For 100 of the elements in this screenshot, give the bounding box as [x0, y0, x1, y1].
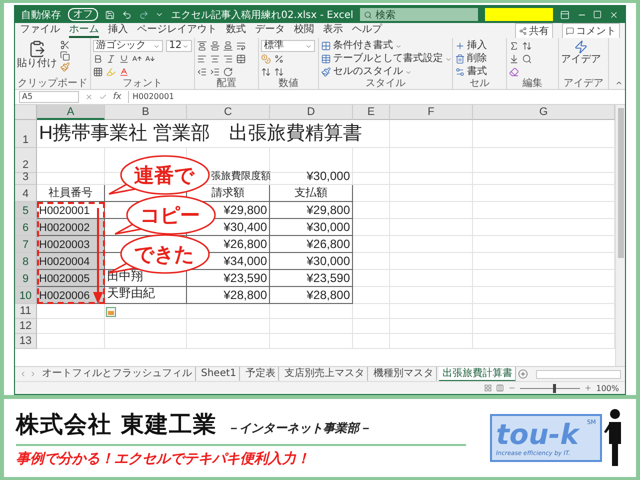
row-header[interactable]: 2 — [15, 148, 37, 173]
row-header[interactable]: 7 — [15, 236, 37, 253]
row-header[interactable]: 12 — [15, 319, 37, 334]
undo-icon[interactable] — [122, 10, 132, 20]
column-header[interactable]: G — [473, 105, 615, 120]
align-right-icon[interactable] — [223, 54, 233, 64]
page-layout-icon[interactable] — [496, 384, 504, 392]
align-bottom-icon[interactable] — [223, 41, 233, 51]
underline-icon[interactable] — [119, 54, 129, 64]
save-icon[interactable] — [105, 10, 115, 20]
search-icon[interactable] — [522, 54, 532, 64]
ribbon-tab[interactable]: ファイル — [20, 23, 60, 38]
row-header[interactable]: 6 — [15, 219, 37, 236]
autosave-toggle[interactable]: オフ — [68, 8, 98, 21]
cell-button[interactable]: 挿入 — [455, 40, 487, 52]
row-header[interactable]: 4 — [15, 185, 37, 202]
redo-icon[interactable] — [138, 10, 148, 20]
search-field[interactable]: 検索 — [360, 8, 478, 21]
division-name: －インターネット事業部－ — [227, 420, 372, 436]
ideas-button[interactable]: アイデア — [561, 40, 601, 78]
table-cell: ¥23,590 — [187, 270, 270, 287]
zoom-level[interactable]: 100% — [596, 384, 619, 392]
row-header[interactable]: 9 — [15, 270, 37, 287]
merge-cells-icon[interactable] — [236, 54, 246, 64]
rotate-icon[interactable] — [223, 67, 233, 77]
row-header[interactable]: 5 — [15, 202, 37, 219]
row-header[interactable]: 13 — [15, 334, 37, 349]
check-icon[interactable] — [99, 93, 107, 101]
sigma-icon[interactable] — [509, 41, 519, 51]
ribbon-tab[interactable]: 校閲 — [294, 23, 314, 38]
formula-field[interactable]: H0020001 — [128, 91, 621, 103]
border-icon[interactable] — [93, 67, 103, 77]
ribbon-tab[interactable]: ページレイアウト — [137, 23, 217, 38]
autofill-options-icon[interactable] — [106, 307, 116, 317]
indent-increase-icon[interactable] — [210, 67, 220, 77]
column-header[interactable]: E — [353, 105, 390, 120]
align-middle-icon[interactable] — [210, 41, 220, 51]
column-header[interactable]: B — [105, 105, 187, 120]
column-header[interactable]: D — [270, 105, 353, 120]
vertical-scrollbar[interactable] — [615, 105, 625, 366]
fill-icon[interactable] — [509, 54, 519, 64]
percent-icon[interactable] — [274, 54, 284, 64]
align-left-icon[interactable] — [197, 54, 207, 64]
ribbon-tab[interactable]: 挿入 — [108, 23, 128, 38]
sheet-tab[interactable]: 出張旅費計算書 — [439, 366, 516, 382]
name-box[interactable]: A5 — [19, 91, 79, 103]
close-icon[interactable] — [609, 10, 619, 20]
paste-button[interactable]: 貼り付け — [17, 40, 57, 78]
row-header[interactable]: 1 — [15, 120, 37, 148]
font-color-icon[interactable] — [119, 67, 129, 77]
copy-icon[interactable] — [60, 51, 70, 61]
bold-icon[interactable] — [93, 54, 103, 64]
font-name-field[interactable]: 游ゴシック — [93, 40, 163, 52]
caret-icon[interactable] — [155, 10, 164, 19]
number-format-field[interactable]: 標準 — [261, 40, 315, 52]
row-header[interactable]: 8 — [15, 253, 37, 270]
clipboard-icon — [28, 40, 46, 58]
font-shrink-icon[interactable] — [145, 54, 155, 64]
cancel-icon[interactable] — [85, 93, 93, 101]
row-header[interactable]: 10 — [15, 287, 37, 304]
collapse-icon[interactable] — [615, 79, 623, 87]
empty-cell — [353, 236, 390, 253]
row-header[interactable]: 11 — [15, 304, 37, 319]
zoom-slider-thumb[interactable] — [553, 384, 556, 392]
function-button[interactable]: fx — [113, 92, 122, 102]
scissors-icon[interactable] — [60, 40, 70, 50]
empty-cell — [353, 253, 390, 270]
style-button[interactable]: テーブルとして書式設定 — [321, 53, 452, 65]
horizontal-scrollbar[interactable] — [536, 370, 621, 378]
column-header[interactable]: F — [390, 105, 473, 120]
style-button[interactable]: 条件付き書式 — [321, 40, 452, 52]
cell-button[interactable]: 書式 — [455, 66, 487, 78]
wrap-text-icon[interactable] — [236, 41, 246, 51]
scroll-right-icon[interactable] — [29, 370, 37, 378]
eraser-icon[interactable] — [509, 67, 519, 77]
empty-cell — [353, 304, 390, 319]
style-button[interactable]: セルのスタイル — [321, 66, 452, 78]
align-top-icon[interactable] — [197, 41, 207, 51]
font-grow-icon[interactable] — [132, 54, 142, 64]
cell-button[interactable]: 削除 — [455, 53, 487, 65]
share-icon — [519, 26, 527, 34]
ribbon-display-icon[interactable] — [560, 10, 570, 20]
indent-decrease-icon[interactable] — [197, 67, 207, 77]
share-button[interactable]: 共有 — [515, 22, 553, 38]
maximize-icon[interactable] — [593, 10, 602, 19]
align-center-icon[interactable] — [210, 54, 220, 64]
ribbon-tab[interactable]: 数式 — [226, 23, 246, 38]
ribbon-tab[interactable]: データ — [255, 23, 285, 38]
sort-icon[interactable] — [522, 41, 532, 51]
add-sheet-icon[interactable] — [518, 369, 528, 379]
normal-view-icon[interactable] — [484, 384, 492, 392]
italic-icon[interactable] — [106, 54, 116, 64]
font-size-field[interactable]: 12 — [166, 40, 192, 52]
comment-button[interactable]: コメント — [562, 22, 620, 38]
scroll-left-icon[interactable] — [19, 370, 27, 378]
column-header[interactable]: C — [187, 105, 270, 120]
ribbon-tab[interactable]: ヘルプ — [352, 23, 382, 38]
column-header[interactable]: A — [37, 105, 105, 120]
ribbon-tab[interactable]: 表示 — [323, 23, 343, 38]
row-header[interactable]: 3 — [15, 173, 37, 185]
